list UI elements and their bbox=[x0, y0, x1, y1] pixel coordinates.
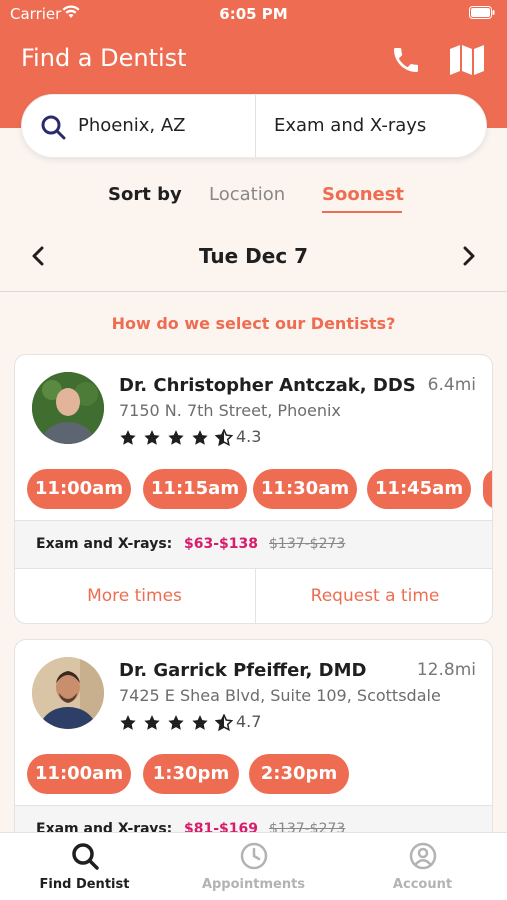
rating-value: 4.7 bbox=[236, 712, 262, 731]
star-full-icon bbox=[168, 714, 184, 730]
discounted-price: $81-$169 bbox=[184, 821, 258, 832]
service-field[interactable]: Exam and X-rays bbox=[274, 115, 426, 136]
dentist-distance: 6.4mi bbox=[427, 375, 476, 395]
how-we-select-link[interactable]: How do we select our Dentists? bbox=[0, 314, 507, 333]
tab-find-dentist[interactable]: Find Dentist bbox=[0, 833, 169, 900]
avatar bbox=[32, 657, 104, 729]
dentist-list: How do we select our Dentists? Dr. Chris… bbox=[0, 292, 507, 832]
status-time: 6:05 PM bbox=[219, 5, 288, 23]
price-row: Exam and X-rays: $63-$138 $137-$273 bbox=[15, 520, 492, 569]
rating-value: 4.3 bbox=[236, 427, 262, 446]
tab-label: Appointments bbox=[201, 877, 306, 892]
time-slot-button[interactable]: 2:30pm bbox=[249, 754, 349, 794]
more-times-button[interactable]: More times bbox=[15, 569, 254, 623]
location-field[interactable]: Phoenix, AZ bbox=[78, 115, 186, 136]
request-time-button[interactable]: Request a time bbox=[255, 569, 492, 623]
search-icon bbox=[72, 843, 99, 870]
tab-label: Account bbox=[392, 877, 453, 892]
original-price: $137-$273 bbox=[269, 536, 346, 552]
time-slot-button[interactable]: 11:30am bbox=[253, 469, 357, 509]
search-bar[interactable]: Phoenix, AZ Exam and X-rays bbox=[21, 94, 487, 158]
star-full-icon bbox=[144, 714, 160, 730]
tab-appointments[interactable]: Appointments bbox=[169, 833, 338, 900]
selected-date: Tue Dec 7 bbox=[198, 244, 309, 268]
star-full-icon bbox=[120, 714, 136, 730]
time-slot-button[interactable]: 11:45am bbox=[367, 469, 471, 509]
dentist-address: 7150 N. 7th Street, Phoenix bbox=[119, 401, 341, 420]
time-slot-button-partial[interactable] bbox=[483, 469, 492, 509]
map-icon[interactable] bbox=[449, 44, 485, 76]
price-label: Exam and X-rays: bbox=[36, 821, 173, 832]
discounted-price: $63-$138 bbox=[184, 536, 258, 552]
sort-option-soonest[interactable]: Soonest bbox=[322, 184, 404, 205]
star-half-icon bbox=[215, 428, 234, 446]
star-full-icon bbox=[192, 429, 208, 445]
dentist-card[interactable]: Dr. Garrick Pfeiffer, DMD 12.8mi 7425 E … bbox=[14, 639, 493, 832]
avatar bbox=[32, 372, 104, 444]
dentist-distance: 12.8mi bbox=[416, 660, 476, 680]
chevron-right-icon[interactable] bbox=[459, 244, 479, 268]
dentist-name[interactable]: Dr. Christopher Antczak, DDS bbox=[119, 375, 416, 396]
dentist-card[interactable]: Dr. Christopher Antczak, DDS 6.4mi 7150 … bbox=[14, 354, 493, 624]
price-label: Exam and X-rays: bbox=[36, 536, 173, 552]
time-slot-button[interactable]: 11:00am bbox=[27, 469, 131, 509]
sort-option-location[interactable]: Location bbox=[209, 184, 285, 205]
tab-label: Find Dentist bbox=[39, 877, 130, 892]
phone-icon[interactable] bbox=[390, 44, 422, 76]
time-slot-button[interactable]: 1:30pm bbox=[143, 754, 239, 794]
star-rating bbox=[119, 427, 234, 447]
dentist-address: 7425 E Shea Blvd, Suite 109, Scottsdale bbox=[119, 686, 441, 705]
star-full-icon bbox=[144, 429, 160, 445]
star-full-icon bbox=[192, 714, 208, 730]
sort-selected-indicator bbox=[322, 211, 402, 213]
tab-account[interactable]: Account bbox=[338, 833, 507, 900]
search-divider bbox=[255, 95, 256, 157]
tab-bar: Find Dentist Appointments Account bbox=[0, 832, 507, 900]
battery-icon bbox=[469, 6, 495, 19]
star-full-icon bbox=[168, 429, 184, 445]
time-slot-button[interactable]: 11:00am bbox=[27, 754, 131, 794]
clock-icon bbox=[240, 842, 268, 870]
star-half-icon bbox=[215, 713, 234, 731]
star-full-icon bbox=[120, 429, 136, 445]
page-title: Find a Dentist bbox=[21, 44, 187, 72]
dentist-name[interactable]: Dr. Garrick Pfeiffer, DMD bbox=[119, 660, 366, 681]
search-icon bbox=[41, 115, 66, 140]
price-row: Exam and X-rays: $81-$169 $137-$273 bbox=[15, 805, 492, 832]
time-slot-button[interactable]: 11:15am bbox=[143, 469, 247, 509]
status-bar: Carrier 6:05 PM bbox=[0, 0, 507, 28]
star-rating bbox=[119, 712, 234, 732]
account-icon bbox=[409, 842, 437, 870]
sort-by-label: Sort by bbox=[108, 184, 182, 205]
original-price: $137-$273 bbox=[269, 821, 346, 832]
